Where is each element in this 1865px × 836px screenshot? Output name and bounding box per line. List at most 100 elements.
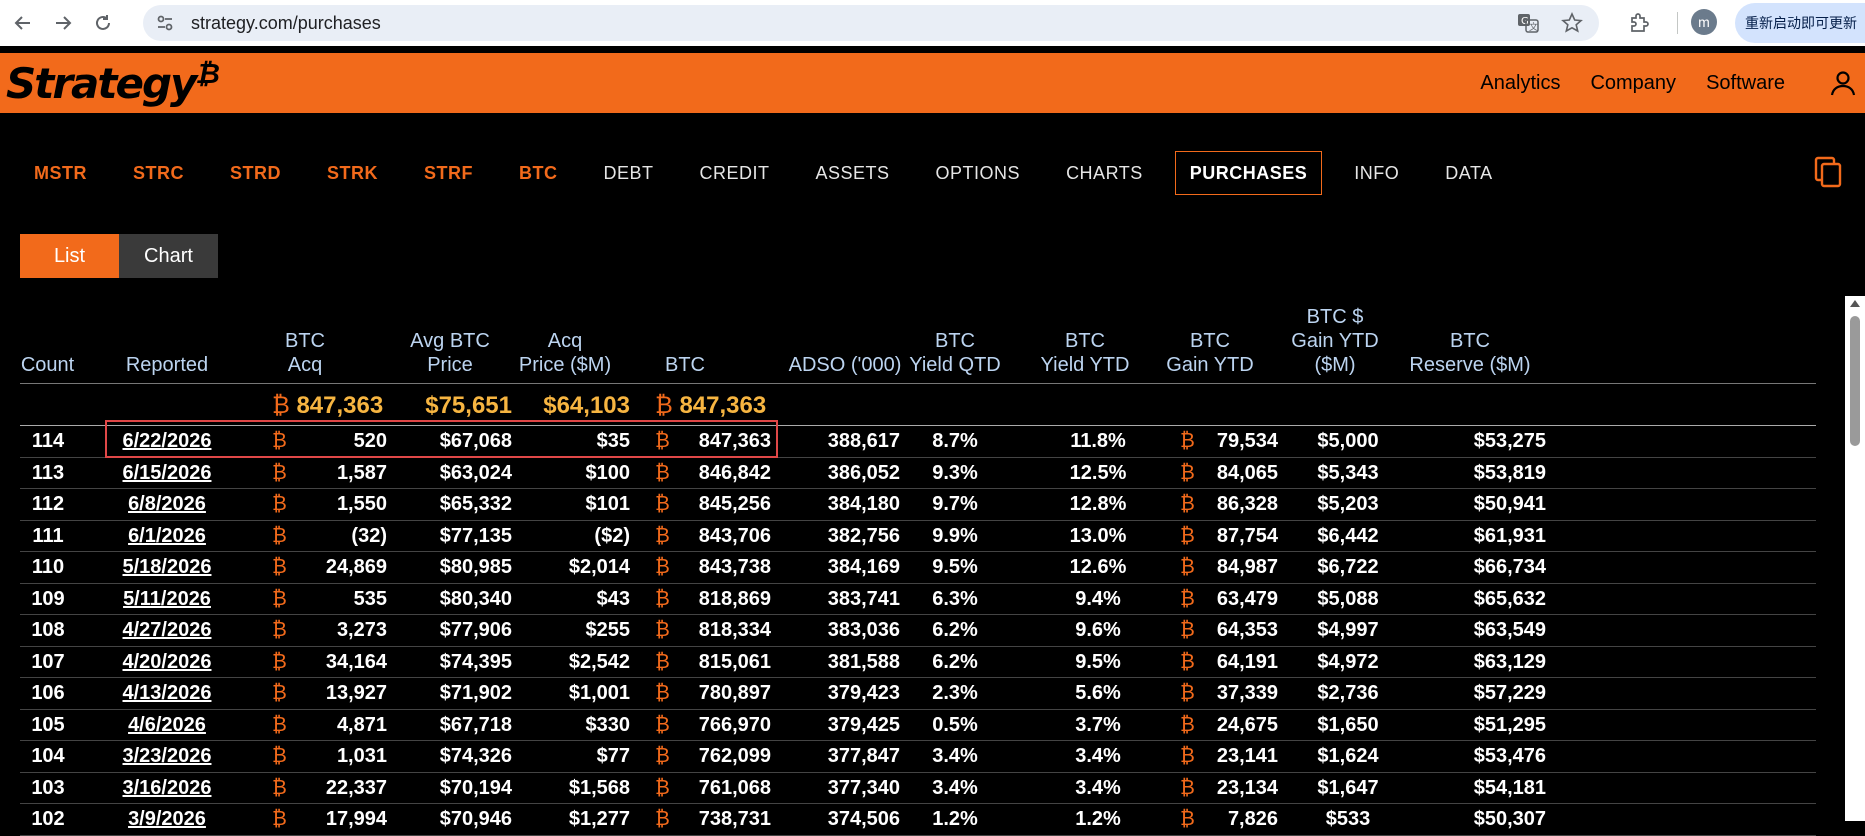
tab-strc[interactable]: STRC: [119, 151, 198, 195]
back-arrow-icon[interactable]: [6, 6, 40, 40]
reported-date-link[interactable]: 4/6/2026: [92, 714, 242, 737]
forward-arrow-icon[interactable]: [46, 6, 80, 40]
tab-strf[interactable]: STRF: [410, 151, 487, 195]
cell-count: 103: [31, 776, 65, 799]
reported-date-link[interactable]: 4/13/2026: [92, 682, 242, 705]
tab-mstr[interactable]: MSTR: [20, 151, 101, 195]
cell-yield-qtd: 9.3%: [932, 461, 978, 484]
scroll-thumb[interactable]: [1850, 316, 1860, 446]
cell-avg-price: $70,194: [439, 776, 512, 799]
cell-adso: 379,423: [827, 682, 900, 704]
cell-btc: 818,869: [698, 587, 771, 610]
cell-yield-ytd: 9.4%: [1075, 587, 1121, 610]
view-toggle: List Chart: [20, 234, 218, 278]
reload-icon[interactable]: [86, 6, 120, 40]
bitcoin-symbol-icon: ₿: [655, 392, 673, 419]
cell-acq-price: $100: [585, 461, 631, 484]
bitcoin-symbol-icon: ₿: [655, 745, 670, 767]
header-count[interactable]: Count: [20, 353, 75, 377]
reported-date-link[interactable]: 3/23/2026: [92, 745, 242, 768]
list-view-button[interactable]: List: [20, 234, 119, 278]
reported-date-link[interactable]: 5/11/2026: [92, 588, 242, 611]
cell-reserve: $61,931: [1473, 524, 1546, 547]
tab-purchases[interactable]: PURCHASES: [1174, 151, 1323, 195]
header-btc-acq[interactable]: BTC Acq: [260, 329, 350, 377]
header-btc[interactable]: BTC: [640, 353, 730, 377]
cell-adso: 374,506: [827, 808, 900, 830]
cell-avg-price: $71,902: [439, 682, 512, 704]
address-bar[interactable]: strategy.com/purchases G文: [143, 5, 1599, 41]
tab-strd[interactable]: STRD: [216, 151, 295, 195]
tab-charts[interactable]: CHARTS: [1052, 151, 1157, 195]
translate-icon[interactable]: G文: [1515, 10, 1541, 36]
table-row: 111 6/1/2026 ₿ (32) $77,135 ($2) ₿ 843,706 382,7…: [20, 521, 1816, 552]
cell-gain-ytd: 7,826: [1227, 808, 1278, 830]
cell-acq-price: $77: [596, 745, 630, 767]
reported-date-link[interactable]: 6/15/2026: [92, 462, 242, 485]
tab-options[interactable]: OPTIONS: [922, 151, 1035, 195]
header-acq-price[interactable]: Acq Price ($M): [505, 329, 625, 377]
tab-debt[interactable]: DEBT: [590, 151, 668, 195]
bitcoin-symbol-icon: ₿: [655, 650, 670, 673]
header-reported[interactable]: Reported: [92, 353, 242, 377]
cell-btc-acq: 24,869: [325, 556, 387, 578]
bitcoin-symbol-icon: ₿: [1180, 524, 1195, 547]
nav-software[interactable]: Software: [1706, 72, 1785, 95]
bitcoin-symbol-icon: ₿: [655, 461, 670, 484]
strategy-logo[interactable]: Strategy₿: [6, 57, 220, 108]
cell-gain-ytd: 84,987: [1216, 556, 1278, 578]
reported-date-link[interactable]: 4/27/2026: [92, 619, 242, 642]
ticker-tabs: MSTR STRC STRD STRK STRF BTC DEBT CREDIT ASSETS O…: [20, 151, 1525, 195]
table-row: 102 3/9/2026 ₿ 17,994 $70,946 $1,277 ₿ 738,731 3…: [20, 804, 1816, 836]
site-info-icon[interactable]: [155, 13, 175, 33]
header-gain-ytd[interactable]: BTC Gain YTD: [1150, 329, 1270, 377]
cell-yield-ytd: 1.2%: [1075, 808, 1121, 830]
header-yield-ytd[interactable]: BTC Yield YTD: [1030, 329, 1140, 377]
cell-btc-acq: 13,927: [325, 682, 387, 704]
profile-avatar[interactable]: m: [1691, 9, 1717, 35]
reported-date-link[interactable]: 3/16/2026: [92, 777, 242, 800]
cell-btc: 780,897: [698, 682, 771, 704]
nav-analytics[interactable]: Analytics: [1480, 72, 1560, 95]
tab-assets[interactable]: ASSETS: [802, 151, 904, 195]
cell-adso: 377,847: [827, 745, 900, 767]
url-text[interactable]: strategy.com/purchases: [191, 13, 381, 34]
chart-view-button[interactable]: Chart: [119, 234, 218, 278]
cell-gain-ytd: 79,534: [1216, 430, 1278, 452]
cell-adso: 383,741: [827, 587, 900, 610]
table-row: 107 4/20/2026 ₿ 34,164 $74,395 $2,542 ₿ 815,061…: [20, 647, 1816, 678]
cell-btc-acq: 17,994: [325, 808, 387, 830]
header-gain-usd-ytd[interactable]: BTC $ Gain YTD ($M): [1280, 305, 1390, 377]
reported-date-link[interactable]: 6/1/2026: [92, 525, 242, 548]
tab-strk[interactable]: STRK: [313, 151, 392, 195]
tab-data[interactable]: DATA: [1431, 151, 1506, 195]
cell-adso: 388,617: [827, 430, 900, 452]
copy-icon[interactable]: [1813, 156, 1843, 188]
tab-btc[interactable]: BTC: [505, 151, 572, 195]
header-reserve[interactable]: BTC Reserve ($M): [1395, 329, 1545, 377]
nav-company[interactable]: Company: [1590, 72, 1676, 95]
extensions-puzzle-icon[interactable]: [1624, 8, 1654, 38]
page-scrollbar[interactable]: [1845, 296, 1865, 821]
header-yield-qtd[interactable]: BTC Yield QTD: [890, 329, 1020, 377]
reported-date-link[interactable]: 6/8/2026: [92, 493, 242, 516]
scroll-up-arrow-icon[interactable]: [1850, 300, 1860, 307]
bitcoin-symbol-icon: ₿: [655, 493, 670, 515]
reported-date-link[interactable]: 3/9/2026: [92, 808, 242, 831]
tab-info[interactable]: INFO: [1340, 151, 1413, 195]
reported-date-link[interactable]: 4/20/2026: [92, 651, 242, 674]
tab-credit[interactable]: CREDIT: [686, 151, 784, 195]
cell-btc: 815,061: [698, 650, 771, 673]
cell-gain-usd-ytd: $6,722: [1317, 556, 1379, 578]
cell-yield-qtd: 8.7%: [932, 430, 978, 452]
user-account-icon[interactable]: [1829, 69, 1857, 97]
cell-gain-usd-ytd: $1,647: [1317, 776, 1379, 799]
top-nav: Analytics Company Software: [1480, 53, 1785, 113]
header-avg-price[interactable]: Avg BTC Price: [395, 329, 505, 377]
bookmark-star-icon[interactable]: [1559, 10, 1585, 36]
cell-adso: 381,588: [827, 650, 900, 673]
cell-acq-price: $330: [585, 713, 631, 736]
update-button[interactable]: 重新启动即可更新: [1735, 3, 1865, 43]
reported-date-link[interactable]: 5/18/2026: [92, 556, 242, 579]
cell-gain-usd-ytd: $1,650: [1317, 713, 1379, 736]
